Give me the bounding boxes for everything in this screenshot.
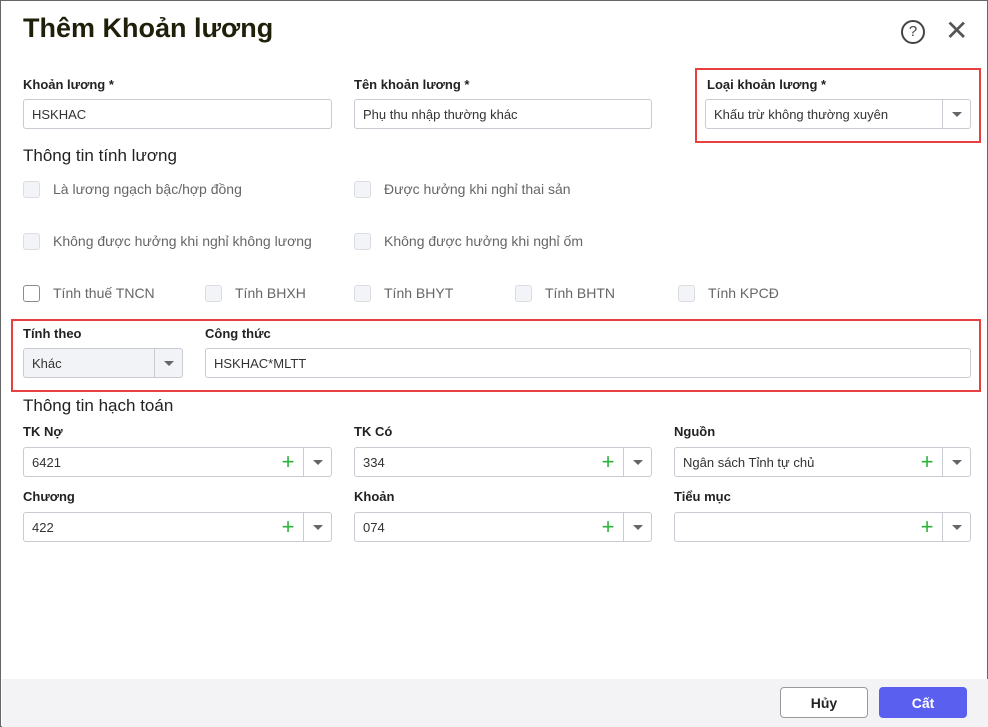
close-icon[interactable]: ✕ — [945, 17, 968, 45]
plus-icon[interactable]: + — [593, 448, 623, 476]
khoan-luong-input[interactable]: HSKHAC — [23, 99, 332, 129]
checkbox-label: Tính thuế TNCN — [53, 285, 155, 301]
nguon-select[interactable]: Ngân sách Tỉnh tự chủ + — [674, 447, 971, 477]
chevron-down-icon[interactable] — [942, 100, 970, 128]
chuong-value: 422 — [32, 519, 54, 535]
cong-thuc-label: Công thức — [205, 326, 271, 341]
plus-icon[interactable]: + — [912, 513, 942, 541]
tk-no-value: 6421 — [32, 454, 61, 470]
checkbox-bhyt[interactable] — [354, 285, 371, 302]
help-icon[interactable]: ? — [901, 20, 925, 44]
chevron-down-icon[interactable] — [303, 448, 331, 476]
dialog-title: Thêm Khoản lương — [23, 13, 274, 43]
ten-khoan-luong-input[interactable]: Phụ thu nhập thường khác — [354, 99, 652, 129]
ten-khoan-luong-label: Tên khoản lương * — [354, 77, 470, 92]
checkbox-label: Không được hưởng khi nghỉ không lương — [53, 233, 312, 249]
tinh-theo-select[interactable]: Khác — [23, 348, 183, 378]
chuong-label: Chương — [23, 489, 75, 504]
cancel-button[interactable]: Hủy — [780, 687, 868, 718]
chevron-down-icon[interactable] — [942, 448, 970, 476]
save-button[interactable]: Cất — [879, 687, 967, 718]
checkbox-label: Không được hưởng khi nghỉ ốm — [384, 233, 583, 249]
chevron-down-icon[interactable] — [154, 349, 182, 377]
checkbox-label: Được hưởng khi nghỉ thai sản — [384, 181, 571, 197]
loai-khoan-luong-label: Loại khoản lương * — [707, 77, 827, 92]
plus-icon[interactable]: + — [273, 513, 303, 541]
nguon-value: Ngân sách Tỉnh tự chủ — [683, 454, 815, 470]
checkbox-label: Tính BHYT — [384, 285, 454, 301]
checkbox-nghi-khong-luong[interactable] — [23, 233, 40, 250]
add-salary-dialog: Thêm Khoản lương ? ✕ Khoản lương * HSKHA… — [0, 0, 988, 727]
checkbox-thai-san[interactable] — [354, 181, 371, 198]
khoan-value: 074 — [363, 519, 385, 535]
chuong-select[interactable]: 422 + — [23, 512, 332, 542]
tieu-muc-select[interactable]: + — [674, 512, 971, 542]
cong-thuc-input[interactable]: HSKHAC*MLTT — [205, 348, 971, 378]
chevron-down-icon[interactable] — [303, 513, 331, 541]
loai-khoan-luong-select[interactable]: Khấu trừ không thường xuyên — [705, 99, 971, 129]
tk-no-label: TK Nợ — [23, 424, 63, 439]
chevron-down-icon[interactable] — [623, 448, 651, 476]
khoan-luong-label: Khoản lương * — [23, 77, 114, 92]
chevron-down-icon[interactable] — [623, 513, 651, 541]
khoan-select[interactable]: 074 + — [354, 512, 652, 542]
checkbox-label: Tính BHTN — [545, 285, 616, 301]
nguon-label: Nguồn — [674, 424, 716, 439]
loai-khoan-luong-value: Khấu trừ không thường xuyên — [714, 106, 889, 122]
tk-co-select[interactable]: 334 + — [354, 447, 652, 477]
tk-co-value: 334 — [363, 454, 385, 470]
checkbox-bhxh[interactable] — [205, 285, 222, 302]
tieu-muc-label: Tiểu mục — [674, 489, 731, 504]
checkbox-luong-ngach-bac[interactable] — [23, 181, 40, 198]
chevron-down-icon[interactable] — [942, 513, 970, 541]
tinh-theo-value: Khác — [32, 355, 62, 371]
plus-icon[interactable]: + — [273, 448, 303, 476]
tk-no-select[interactable]: 6421 + — [23, 447, 332, 477]
plus-icon[interactable]: + — [912, 448, 942, 476]
checkbox-bhtn[interactable] — [515, 285, 532, 302]
checkbox-label: Tính BHXH — [235, 285, 306, 301]
checkbox-kpcd[interactable] — [678, 285, 695, 302]
tk-co-label: TK Có — [354, 424, 393, 439]
checkbox-thue-tncn[interactable] — [23, 285, 40, 302]
plus-icon[interactable]: + — [593, 513, 623, 541]
checkbox-label: Tính KPCĐ — [708, 285, 779, 301]
checkbox-nghi-om[interactable] — [354, 233, 371, 250]
section-tinh-luong: Thông tin tính lương — [23, 146, 177, 165]
khoan-label: Khoản — [354, 489, 395, 504]
tinh-theo-label: Tính theo — [23, 326, 82, 341]
checkbox-label: Là lương ngạch bậc/hợp đồng — [53, 181, 242, 197]
section-hach-toan: Thông tin hạch toán — [23, 396, 174, 415]
